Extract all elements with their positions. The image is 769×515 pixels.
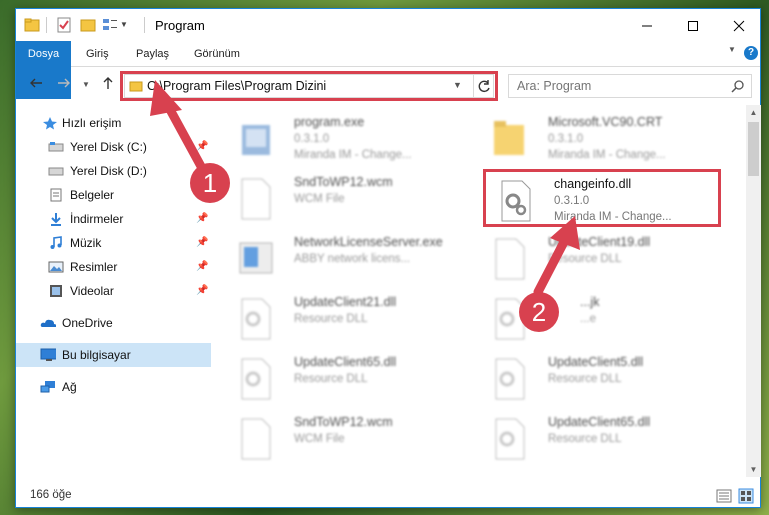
annotation-arrows — [150, 80, 580, 297]
arrow-2 — [533, 216, 580, 297]
step-marker-2: 2 — [519, 292, 559, 332]
step-marker-1: 1 — [190, 163, 230, 203]
arrow-1 — [150, 80, 208, 175]
